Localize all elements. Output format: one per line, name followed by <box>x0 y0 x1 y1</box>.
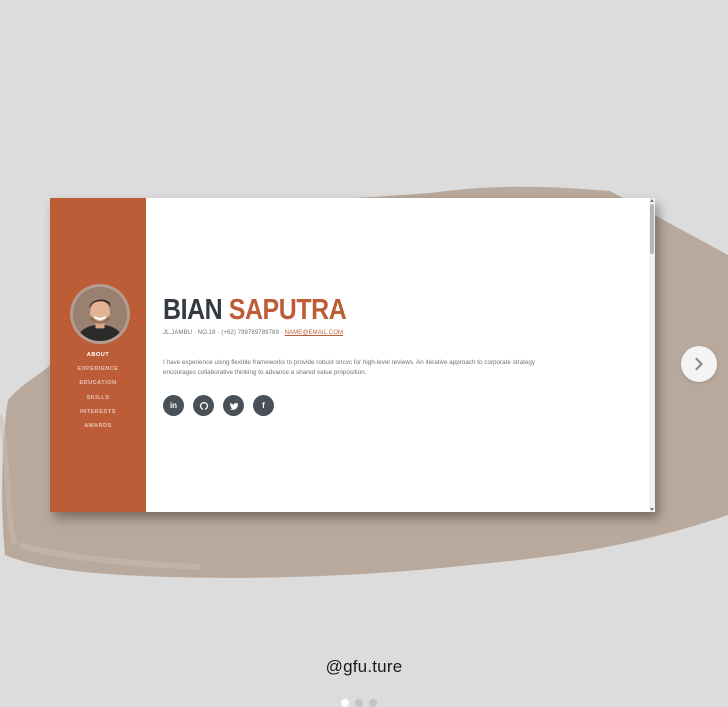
nav-item-about[interactable]: ABOUT <box>50 348 146 362</box>
sidebar: ABOUT EXPERIENCE EDUCATION SKILLS INTERE… <box>50 198 146 512</box>
scrollbar-thumb[interactable] <box>650 204 654 254</box>
account-handle: @gfu.ture <box>325 657 403 676</box>
facebook-icon[interactable]: f <box>253 395 274 416</box>
about-text: I have experience using flexible framewo… <box>163 359 536 376</box>
resume-name: BIAN SAPUTRA <box>163 294 347 326</box>
contact-address: JL.JAMBU · NO.18 · (+62) 789789789789 · <box>163 330 285 336</box>
about-section: BIAN SAPUTRA JL.JAMBU · NO.18 · (+62) 78… <box>163 198 643 512</box>
social-icons: in f <box>163 395 274 416</box>
window-scrollbar[interactable] <box>649 198 655 512</box>
linkedin-glyph: in <box>169 401 178 410</box>
carousel-dot-1[interactable] <box>341 699 349 707</box>
carousel-dot-3[interactable] <box>369 699 377 707</box>
linkedin-icon[interactable]: in <box>163 395 184 416</box>
scroll-up-arrow-icon[interactable] <box>650 199 654 202</box>
carousel-next-button[interactable] <box>681 346 717 382</box>
nav-item-education[interactable]: EDUCATION <box>50 376 146 390</box>
facebook-glyph: f <box>262 401 265 410</box>
scroll-down-arrow-icon[interactable] <box>650 508 654 511</box>
email-link[interactable]: NAME@EMAIL.COM <box>285 330 344 336</box>
carousel-dots <box>341 699 377 707</box>
carousel-dot-2[interactable] <box>355 699 363 707</box>
nav-item-awards[interactable]: AWARDS <box>50 419 146 433</box>
nav-item-experience[interactable]: EXPERIENCE <box>50 362 146 376</box>
resume-window: ABOUT EXPERIENCE EDUCATION SKILLS INTERE… <box>50 198 655 512</box>
chevron-right-icon <box>695 357 703 371</box>
twitter-icon[interactable] <box>223 395 244 416</box>
nav-item-skills[interactable]: SKILLS <box>50 391 146 405</box>
nav-item-interests[interactable]: INTERESTS <box>50 405 146 419</box>
profile-photo <box>73 287 127 341</box>
sidebar-nav: ABOUT EXPERIENCE EDUCATION SKILLS INTERE… <box>50 348 146 433</box>
github-icon[interactable] <box>193 395 214 416</box>
contact-line: JL.JAMBU · NO.18 · (+62) 789789789789 · … <box>163 330 343 336</box>
name-last: SAPUTRA <box>228 294 347 326</box>
profile-avatar <box>70 284 130 344</box>
name-first: BIAN <box>163 294 223 326</box>
